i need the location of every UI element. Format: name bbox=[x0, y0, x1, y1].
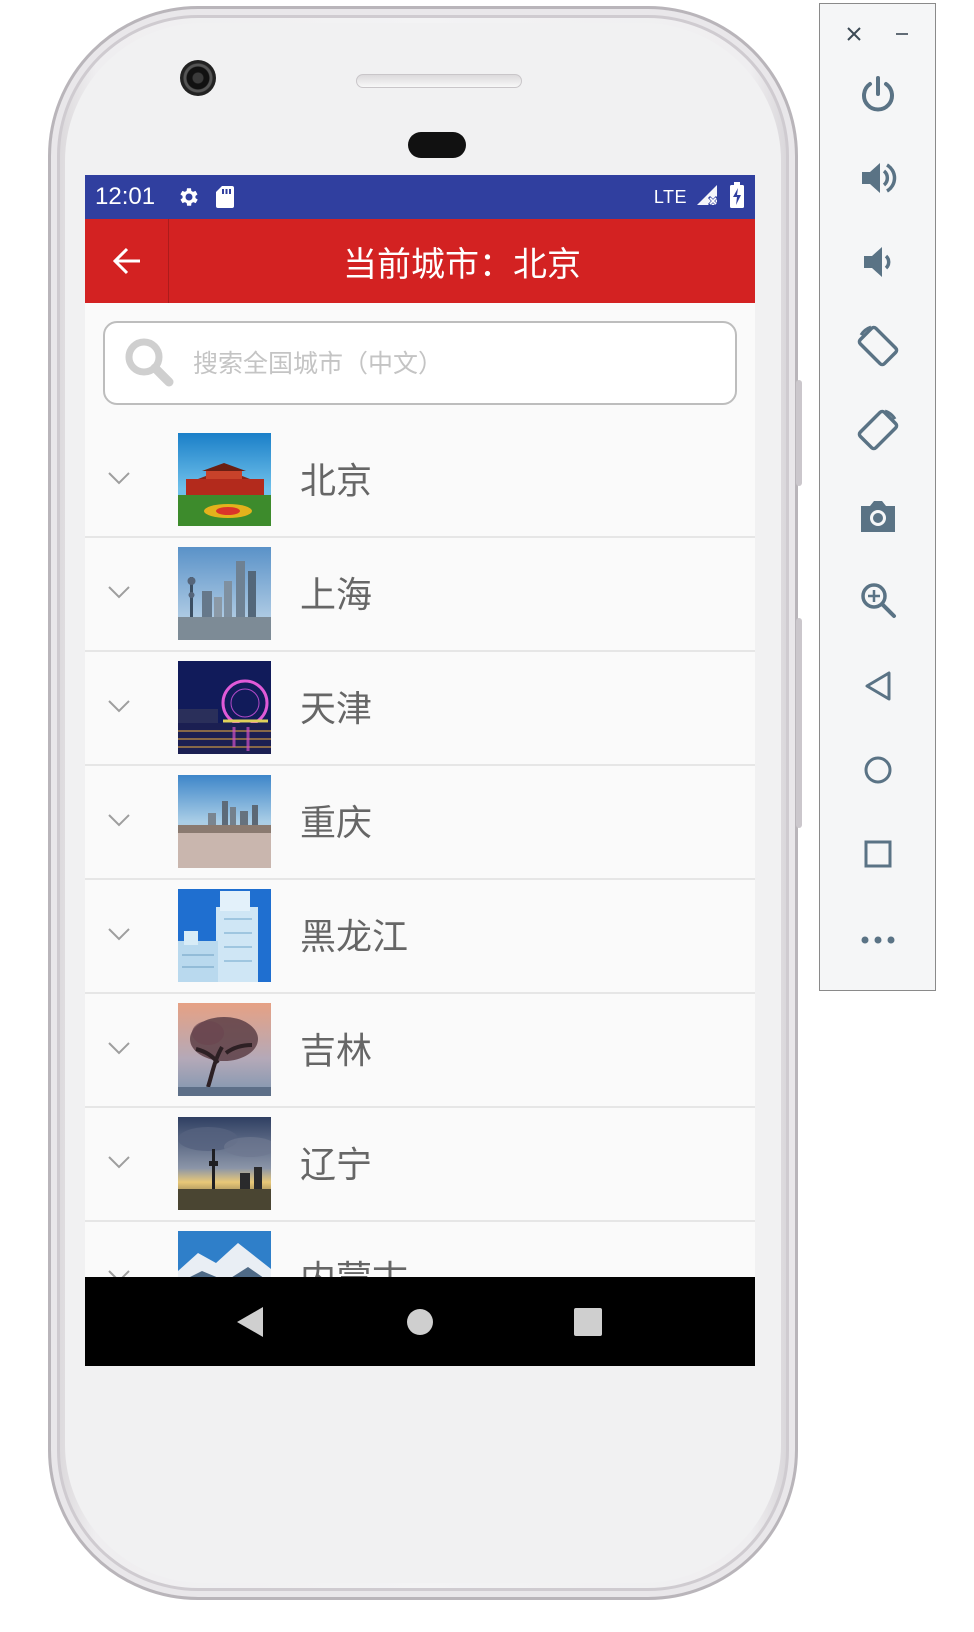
rotate-left-button[interactable] bbox=[848, 316, 908, 376]
status-bar: 12:01 LTE bbox=[85, 175, 755, 219]
chevron-down-icon[interactable] bbox=[107, 699, 131, 713]
settings-icon bbox=[177, 185, 201, 209]
screenshot-button[interactable] bbox=[848, 486, 908, 546]
nav-recents-button[interactable] bbox=[543, 1277, 633, 1366]
sd-card-icon bbox=[215, 185, 235, 209]
liaoning-tower-photo bbox=[178, 1117, 271, 1210]
front-camera bbox=[180, 60, 216, 96]
list-item[interactable]: 辽宁 bbox=[85, 1108, 755, 1222]
close-button[interactable] bbox=[840, 20, 868, 48]
list-item[interactable]: 吉林 bbox=[85, 994, 755, 1108]
search-icon bbox=[125, 338, 174, 387]
rotate-right-icon bbox=[857, 409, 899, 451]
emu-home-button[interactable] bbox=[848, 740, 908, 800]
emu-back-button[interactable] bbox=[848, 656, 908, 716]
power-button[interactable] bbox=[848, 64, 908, 124]
nav-back-button[interactable] bbox=[205, 1277, 295, 1366]
nav-home-button[interactable] bbox=[375, 1277, 465, 1366]
city-name: 上海 bbox=[300, 575, 373, 616]
network-type: LTE bbox=[653, 186, 687, 207]
rotate-right-button[interactable] bbox=[848, 400, 908, 460]
recents-square-icon bbox=[574, 1307, 602, 1336]
list-item[interactable]: 上海 bbox=[85, 538, 755, 652]
volume-down-icon bbox=[864, 247, 891, 277]
volume-down-button[interactable] bbox=[848, 232, 908, 292]
minimize-button[interactable] bbox=[888, 20, 916, 48]
chongqing-skyline-photo bbox=[178, 775, 271, 868]
camera-icon bbox=[861, 501, 895, 532]
jilin-tree-photo bbox=[178, 1003, 271, 1096]
search-bar bbox=[103, 321, 737, 405]
city-name: 北京 bbox=[300, 461, 373, 502]
rotate-left-icon bbox=[857, 325, 899, 367]
chevron-down-icon[interactable] bbox=[107, 927, 131, 941]
city-name: 天津 bbox=[300, 689, 373, 730]
volume-up-icon bbox=[862, 163, 897, 193]
volume-up-button[interactable] bbox=[848, 148, 908, 208]
minimize-icon bbox=[896, 33, 908, 35]
chevron-down-icon[interactable] bbox=[107, 1155, 131, 1169]
window-controls bbox=[820, 20, 937, 50]
emulator-toolbar bbox=[819, 3, 936, 991]
back-triangle-icon bbox=[237, 1306, 263, 1337]
more-icon bbox=[861, 936, 895, 944]
signal-icon bbox=[695, 183, 721, 211]
zoom-button[interactable] bbox=[848, 570, 908, 630]
home-circle-icon bbox=[407, 1308, 433, 1335]
city-name: 吉林 bbox=[300, 1031, 373, 1072]
list-item[interactable]: 北京 bbox=[85, 424, 755, 538]
phone-volume-key bbox=[796, 618, 802, 828]
chevron-down-icon[interactable] bbox=[107, 585, 131, 599]
back-button[interactable] bbox=[85, 219, 169, 303]
city-name: 辽宁 bbox=[300, 1145, 373, 1186]
beijing-tiananmen-photo bbox=[178, 433, 271, 526]
search-input[interactable] bbox=[193, 348, 593, 378]
chevron-down-icon[interactable] bbox=[107, 1041, 131, 1055]
heilongjiang-ice-sculpture-photo bbox=[178, 889, 271, 982]
back-icon bbox=[865, 671, 891, 701]
home-icon bbox=[864, 756, 892, 784]
power-icon bbox=[862, 76, 894, 112]
city-name: 黑龙江 bbox=[300, 917, 409, 958]
system-nav-bar bbox=[85, 1277, 755, 1366]
status-time: 12:01 bbox=[95, 183, 156, 210]
list-item[interactable]: 天津 bbox=[85, 652, 755, 766]
search-box[interactable] bbox=[103, 321, 737, 405]
battery-charging-icon bbox=[729, 182, 745, 212]
overview-icon bbox=[864, 840, 892, 868]
list-item[interactable]: 重庆 bbox=[85, 766, 755, 880]
zoom-icon bbox=[861, 583, 896, 618]
earpiece-speaker bbox=[356, 74, 522, 88]
shanghai-skyline-photo bbox=[178, 547, 271, 640]
device-screen: 12:01 LTE 当前城市：北京 搜索全国城市（中文） 北京 上海 天津 重庆… bbox=[85, 175, 755, 1366]
close-icon bbox=[847, 27, 861, 41]
more-button[interactable] bbox=[848, 910, 908, 970]
city-list: 北京 上海 天津 重庆 黑龙江 吉林 辽宁 bbox=[85, 424, 755, 1336]
emu-overview-button[interactable] bbox=[848, 824, 908, 884]
chevron-down-icon[interactable] bbox=[107, 471, 131, 485]
list-item[interactable]: 黑龙江 bbox=[85, 880, 755, 994]
tianjin-ferris-wheel-photo bbox=[178, 661, 271, 754]
page-title: 当前城市：北京 bbox=[343, 244, 581, 285]
chevron-down-icon[interactable] bbox=[107, 813, 131, 827]
proximity-sensor bbox=[408, 132, 466, 158]
city-name: 重庆 bbox=[300, 803, 373, 844]
arrow-left-icon bbox=[112, 247, 140, 275]
app-bar: 当前城市：北京 bbox=[85, 219, 755, 303]
phone-power-key bbox=[796, 380, 802, 486]
